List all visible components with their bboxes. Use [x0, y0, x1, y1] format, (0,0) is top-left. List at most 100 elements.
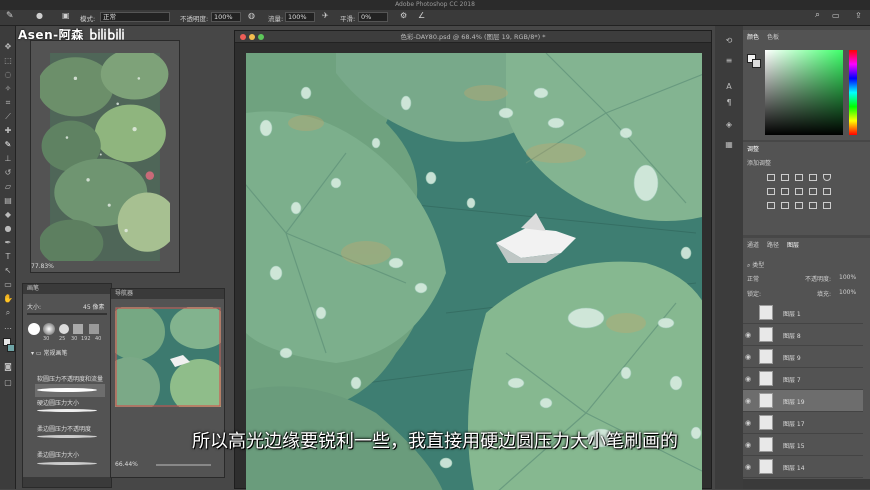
- eraser-icon[interactable]: ▱: [3, 182, 13, 192]
- brush-item-1[interactable]: 硬边圆压力大小: [37, 398, 79, 407]
- brush-preset-2[interactable]: [59, 324, 69, 334]
- brush-preset-icon[interactable]: ●: [36, 11, 43, 20]
- exposure-icon[interactable]: [809, 174, 817, 181]
- brush-group-folder[interactable]: ▾ ▭ 常规画笔: [31, 348, 68, 357]
- canvas-artwork[interactable]: [246, 53, 702, 490]
- layer-row[interactable]: ◉ 图层 9: [743, 346, 863, 368]
- layer-row[interactable]: ◉ 图层 14: [743, 456, 863, 478]
- brush-tool-selected-icon[interactable]: ✎: [3, 140, 13, 150]
- character-panel-icon[interactable]: A: [724, 82, 734, 92]
- stamp-tool-icon[interactable]: ⊥: [3, 154, 13, 164]
- tab-paths[interactable]: 路径: [767, 240, 779, 249]
- pressure-opacity-icon[interactable]: ◍: [248, 11, 255, 20]
- workspace-icon[interactable]: ▭: [832, 11, 840, 20]
- brush-preset-1[interactable]: [43, 323, 55, 335]
- layer-row[interactable]: ◉ 图层 8: [743, 324, 863, 346]
- angle-icon[interactable]: ∠: [418, 11, 425, 20]
- blend-mode-select[interactable]: 正常: [747, 274, 759, 283]
- 3d-panel-icon[interactable]: ◈: [724, 120, 734, 130]
- visibility-eye-icon[interactable]: ◉: [745, 375, 751, 383]
- hue-slider[interactable]: [849, 50, 857, 135]
- pen-tool-icon[interactable]: ✒: [3, 238, 13, 248]
- navigator-zoom-slider[interactable]: [156, 464, 211, 466]
- selective-color-icon[interactable]: [823, 202, 831, 209]
- maximize-window-icon[interactable]: [258, 34, 264, 40]
- brightness-icon[interactable]: [767, 174, 775, 181]
- hand-tool-icon[interactable]: ✋: [3, 294, 13, 304]
- layer-row[interactable]: ◉ 图层 7: [743, 368, 863, 390]
- close-window-icon[interactable]: [240, 34, 246, 40]
- background-color-swatch[interactable]: [7, 344, 15, 352]
- navigator-thumbnail[interactable]: [115, 307, 221, 407]
- visibility-eye-icon[interactable]: ◉: [745, 419, 751, 427]
- tab-adjustments[interactable]: 调整: [747, 144, 759, 153]
- navigator-zoom[interactable]: 66.44%: [115, 461, 138, 468]
- brush-preset-4[interactable]: [89, 324, 99, 334]
- vibrance-icon[interactable]: [823, 174, 831, 181]
- eyedropper-icon[interactable]: ⟋: [3, 112, 13, 122]
- search-icon[interactable]: ⌕: [815, 10, 820, 20]
- tab-color[interactable]: 颜色: [747, 32, 759, 41]
- shape-tool-icon[interactable]: ▭: [3, 280, 13, 290]
- black-white-icon[interactable]: [795, 188, 803, 195]
- paragraph-panel-icon[interactable]: ¶: [724, 98, 734, 108]
- screen-mode-icon[interactable]: ▢: [3, 378, 13, 388]
- more-tools-icon[interactable]: …: [3, 322, 13, 332]
- color-balance-icon[interactable]: [781, 188, 789, 195]
- flow-input[interactable]: 100%: [285, 12, 315, 22]
- threshold-icon[interactable]: [795, 202, 803, 209]
- healing-brush-icon[interactable]: ✚: [3, 126, 13, 136]
- blur-tool-icon[interactable]: ◆: [3, 210, 13, 220]
- brush-tool-icon[interactable]: ✎: [6, 11, 14, 21]
- color-field[interactable]: [765, 50, 843, 135]
- brush-panel-toggle-icon[interactable]: ▣: [62, 11, 70, 20]
- lasso-tool-icon[interactable]: ◌: [3, 70, 13, 80]
- marquee-tool-icon[interactable]: ⬚: [3, 56, 13, 66]
- opacity-input[interactable]: 100%: [211, 12, 241, 22]
- fill-input[interactable]: 100%: [839, 289, 856, 296]
- properties-panel-icon[interactable]: ≡: [724, 56, 734, 66]
- history-brush-icon[interactable]: ↺: [3, 168, 13, 178]
- visibility-eye-icon[interactable]: ◉: [745, 353, 751, 361]
- channel-mixer-icon[interactable]: [823, 188, 831, 195]
- crop-tool-icon[interactable]: ⌗: [3, 98, 13, 108]
- dodge-tool-icon[interactable]: ●: [3, 224, 13, 234]
- airbrush-icon[interactable]: ✈: [322, 11, 329, 20]
- posterize-icon[interactable]: [781, 202, 789, 209]
- visibility-eye-icon[interactable]: ◉: [745, 397, 751, 405]
- visibility-eye-icon[interactable]: ◉: [745, 463, 751, 471]
- tab-channels[interactable]: 通道: [747, 240, 759, 249]
- libraries-panel-icon[interactable]: ▦: [724, 140, 734, 150]
- tab-layers[interactable]: 图层: [787, 240, 799, 249]
- magic-wand-icon[interactable]: ✧: [3, 84, 13, 94]
- quick-mask-icon[interactable]: ◙: [3, 362, 13, 372]
- tab-swatches[interactable]: 色板: [767, 32, 779, 41]
- smooth-input[interactable]: 0%: [358, 12, 388, 22]
- invert-icon[interactable]: [767, 202, 775, 209]
- layer-filter-select[interactable]: ⌕ 类型: [747, 260, 764, 270]
- brush-size-slider[interactable]: [27, 313, 107, 315]
- move-tool-icon[interactable]: ✥: [3, 42, 13, 52]
- photo-filter-icon[interactable]: [809, 188, 817, 195]
- visibility-eye-icon[interactable]: ◉: [745, 331, 751, 339]
- path-select-icon[interactable]: ↖: [3, 266, 13, 276]
- gradient-tool-icon[interactable]: ▤: [3, 196, 13, 206]
- type-tool-icon[interactable]: T: [3, 252, 13, 262]
- brush-size-value[interactable]: 45 像素: [83, 302, 105, 311]
- levels-icon[interactable]: [781, 174, 789, 181]
- zoom-tool-icon[interactable]: ⌕: [3, 308, 13, 318]
- brush-item-0[interactable]: 软圆压力不透明度和流量: [37, 374, 103, 383]
- smoothing-options-icon[interactable]: ⚙: [400, 11, 407, 20]
- bg-color[interactable]: [752, 59, 761, 68]
- minimize-window-icon[interactable]: [249, 34, 255, 40]
- layer-row[interactable]: 图层 1: [743, 302, 863, 324]
- mode-select[interactable]: 正常: [100, 12, 170, 22]
- layer-row-selected[interactable]: ◉ 图层 19: [743, 390, 863, 412]
- history-panel-icon[interactable]: ⟲: [724, 36, 734, 46]
- layer-opacity-input[interactable]: 100%: [839, 274, 856, 281]
- share-icon[interactable]: ⇪: [855, 11, 862, 20]
- gradient-map-icon[interactable]: [809, 202, 817, 209]
- brush-preset-3[interactable]: [73, 324, 83, 334]
- hue-saturation-icon[interactable]: [767, 188, 775, 195]
- brush-preset-0[interactable]: [28, 323, 40, 335]
